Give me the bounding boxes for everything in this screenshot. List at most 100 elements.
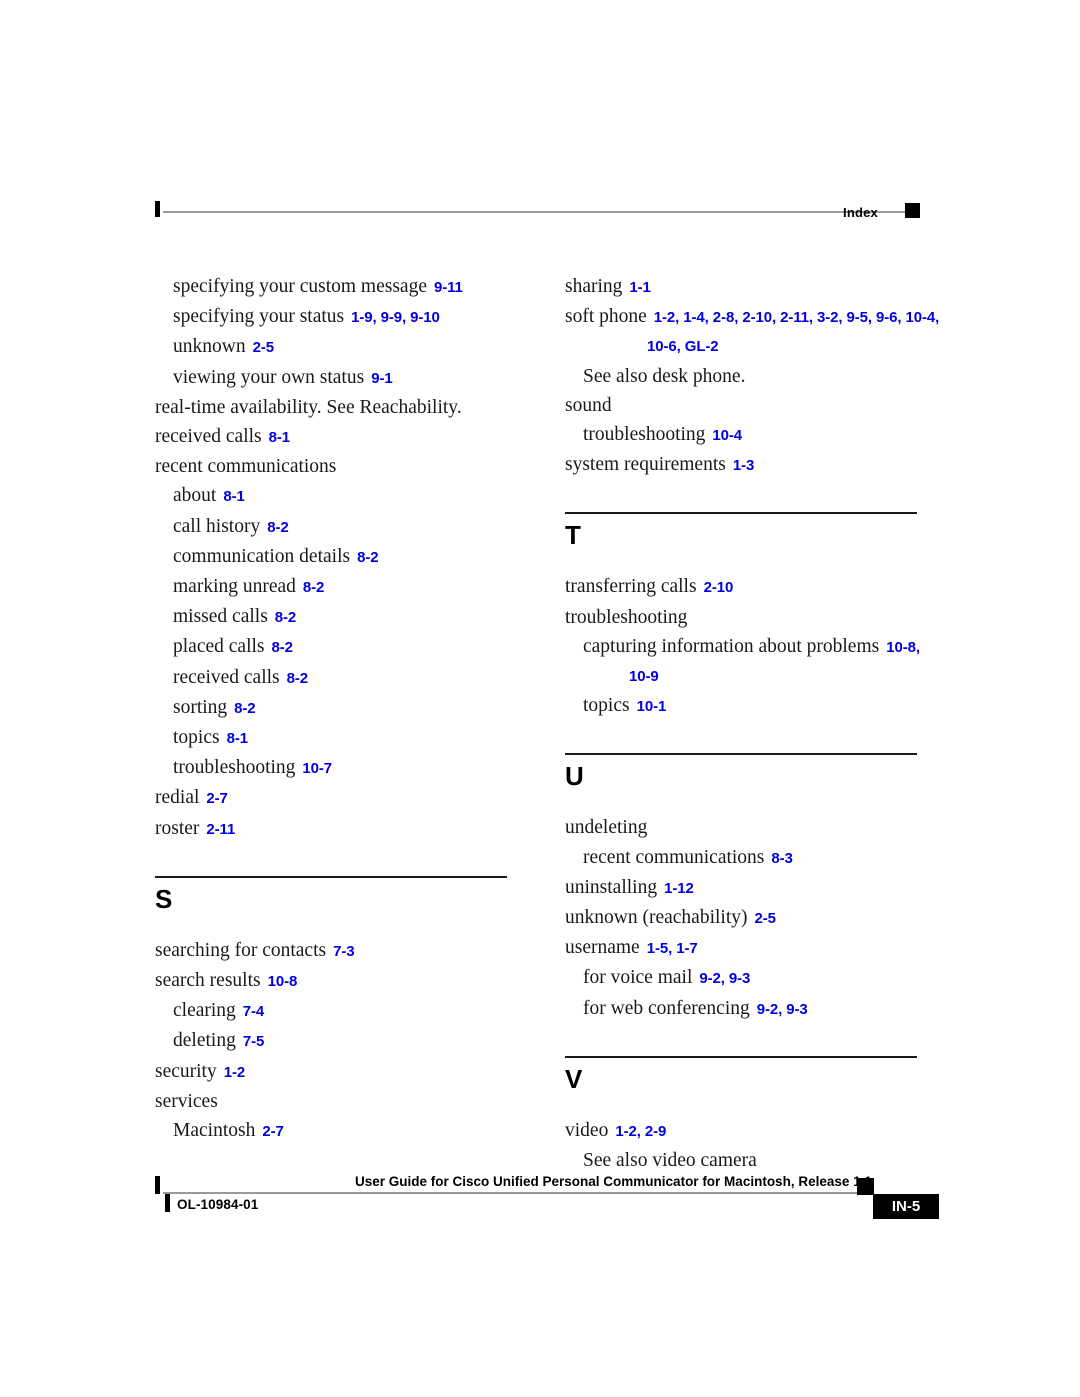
index-entry-references[interactable]: 2-7 (206, 790, 227, 807)
index-entry: redial 2-7 (155, 783, 523, 813)
index-entry-references[interactable]: 1-1 (629, 279, 650, 296)
index-entry-references[interactable]: 7-3 (333, 943, 354, 960)
index-entry-references[interactable]: 1-5, 1-7 (647, 940, 698, 957)
index-entry: viewing your own status 9-1 (173, 363, 523, 393)
index-entry: for web conferencing 9-2, 9-3 (583, 994, 933, 1024)
index-entry-references[interactable]: 2-7 (262, 1123, 283, 1140)
index-entry-term: recent communications (583, 846, 765, 868)
index-entry: about 8-1 (173, 481, 523, 511)
index-entry: sharing 1-1 (565, 272, 933, 302)
entry-group-continued-right: sharing 1-1 soft phone 1-2, 1-4, 2-8, 2-10,… (565, 272, 939, 480)
index-entry: security 1-2 (155, 1057, 523, 1087)
index-entry-references[interactable]: 9-2, 9-3 (757, 1001, 808, 1018)
index-entry-references[interactable]: 8-2 (357, 549, 378, 566)
index-entry-references[interactable]: 8-2 (234, 700, 255, 717)
index-section-s: S searching for contacts 7-3 search result… (155, 875, 523, 1146)
index-entry-references[interactable]: 7-4 (243, 1003, 264, 1020)
index-entry: sound (565, 391, 933, 420)
index-entry-references[interactable]: 8-2 (287, 670, 308, 687)
index-entry-term: about (173, 485, 217, 507)
page-footer: User Guide for Cisco Unified Personal Co… (155, 1170, 939, 1228)
index-entry-term: sorting (173, 696, 228, 718)
index-entry-references[interactable]: 7-5 (243, 1033, 264, 1050)
index-entry-references[interactable]: 8-2 (275, 609, 296, 626)
footer-tick-mark-upper (155, 1176, 160, 1194)
index-entry-term: received calls (155, 426, 262, 448)
index-entry-references[interactable]: 2-5 (253, 339, 274, 356)
index-entry-references[interactable]: 8-1 (269, 429, 290, 446)
index-entry-references[interactable]: 9-11 (434, 279, 463, 296)
index-entry-term: transferring calls (565, 576, 697, 598)
index-entry-term: viewing your own status (173, 366, 365, 388)
index-entry-references[interactable]: 1-3 (733, 457, 754, 474)
index-entry: soft phone 1-2, 1-4, 2-8, 2-10, 2-11, 3-2… (565, 302, 939, 332)
index-entry-term: marking unread (173, 576, 296, 598)
index-entry-references[interactable]: 9-1 (371, 370, 392, 387)
index-entry-term: services (155, 1090, 218, 1112)
section-letter-u: U (565, 761, 584, 792)
index-entry-term: search results (155, 970, 261, 992)
index-entry: transferring calls 2-10 (565, 572, 933, 602)
index-entry-references[interactable]: 2-11 (206, 821, 235, 838)
index-entry-term: placed calls (173, 636, 265, 658)
index-entry-term: specifying your custom message (173, 276, 427, 297)
index-entry-term: system requirements (565, 454, 726, 476)
index-entry: real-time availability. See Reachability… (155, 393, 523, 422)
footer-divider (163, 1192, 873, 1194)
section-divider (565, 512, 917, 515)
index-entry-references[interactable]: 10-7 (302, 760, 332, 777)
footer-document-title: User Guide for Cisco Unified Personal Co… (355, 1174, 872, 1189)
index-entry-term: topics (583, 695, 630, 717)
index-entry-term: missed calls (173, 606, 268, 628)
entry-group-s: searching for contacts 7-3 search results 1… (155, 936, 523, 1146)
index-entry-references[interactable]: 10-1 (637, 698, 667, 715)
index-entry-references[interactable]: 8-2 (272, 639, 293, 656)
index-entry-references[interactable]: 8-1 (227, 730, 248, 747)
section-letter-t: T (565, 520, 581, 551)
index-entry: username 1-5, 1-7 (565, 933, 933, 963)
index-entry-references[interactable]: 9-2, 9-3 (699, 970, 750, 987)
index-entry-references[interactable]: 8-2 (267, 519, 288, 536)
index-entry-references[interactable]: 1-2, 2-9 (615, 1123, 666, 1140)
section-letter-s: S (155, 883, 173, 914)
index-entry-references-continued[interactable]: 10-6, GL-2 (647, 332, 933, 361)
entry-group-continued-left: specifying your custom message 9-11 specif… (155, 272, 523, 844)
index-entry-references[interactable]: 2-10 (704, 579, 734, 596)
index-entry-term: unknown (reachability) (565, 907, 748, 929)
index-entry: specifying your custom message 9-11 (173, 272, 523, 302)
index-entry-term: troubleshooting (583, 424, 706, 446)
index-entry-term: received calls (173, 666, 280, 688)
index-entry-term: video (565, 1119, 609, 1141)
index-entry-references[interactable]: 10-4 (712, 427, 742, 444)
index-entry: missed calls 8-2 (173, 602, 523, 632)
index-entry: clearing 7-4 (173, 996, 523, 1026)
index-entry-references[interactable]: 10-8 (268, 973, 298, 990)
index-entry-term: troubleshooting (173, 757, 296, 779)
index-entry: topics 8-1 (173, 723, 523, 753)
index-entry-references-continued[interactable]: 10-9 (629, 662, 933, 691)
index-entry-references[interactable]: 8-2 (303, 579, 324, 596)
entry-group-t: transferring calls 2-10 troubleshooting cap… (565, 572, 933, 721)
index-entry: communication details 8-2 (173, 542, 523, 572)
index-entry-term: sound (565, 394, 612, 416)
index-entry-term: communication details (173, 545, 351, 567)
index-entry-references[interactable]: 2-5 (754, 910, 775, 927)
index-entry: recent communications (155, 452, 523, 481)
index-entry: marking unread 8-2 (173, 572, 523, 602)
index-section-v: V video 1-2, 2-9 See also video camera (565, 1055, 933, 1175)
index-entry-references[interactable]: 10-8, (886, 639, 920, 656)
index-entry: undeleting (565, 813, 933, 842)
index-entry-references[interactable]: 1-2 (224, 1064, 245, 1081)
index-entry-references[interactable]: 1-12 (664, 880, 694, 897)
index-entry-term: for web conferencing (583, 997, 750, 1019)
index-entry: roster 2-11 (155, 814, 523, 844)
footer-square-marker (857, 1178, 874, 1195)
index-entry-references[interactable]: 1-9, 9-9, 9-10 (351, 309, 440, 326)
index-entry-term: uninstalling (565, 876, 658, 898)
index-entry-term: redial (155, 787, 200, 809)
index-entry-term: username (565, 937, 640, 959)
index-entry-references[interactable]: 8-3 (771, 850, 792, 867)
index-entry-references[interactable]: 8-1 (223, 488, 244, 505)
index-entry-references[interactable]: 1-2, 1-4, 2-8, 2-10, 2-11, 3-2, 9-5, 9-6… (654, 309, 940, 326)
section-divider (565, 1055, 917, 1058)
